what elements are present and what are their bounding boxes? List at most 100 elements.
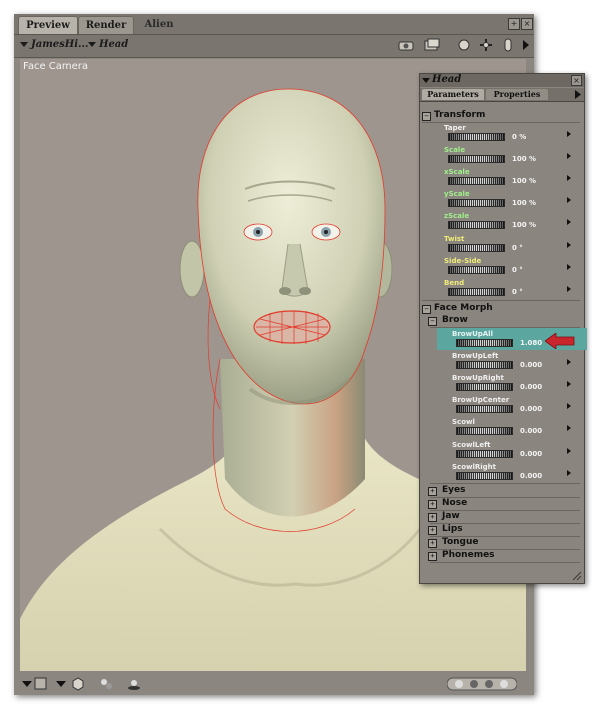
param-value[interactable]: 0 ° (512, 244, 523, 252)
tab-parameters[interactable]: Parameters (422, 89, 484, 100)
chevron-down-icon[interactable] (54, 677, 68, 691)
param-value[interactable]: 0.000 (520, 450, 542, 458)
tracking-mode-control[interactable] (447, 677, 517, 691)
param-dial[interactable] (456, 450, 513, 458)
param-name: BrowUpLeft (452, 352, 499, 360)
divider (422, 122, 580, 123)
param-value[interactable]: 0.000 (520, 405, 542, 413)
param-value[interactable]: 0.000 (520, 427, 542, 435)
param-dial[interactable] (448, 177, 505, 185)
palette-title-bar[interactable]: Head × (420, 74, 584, 87)
param-menu-icon[interactable] (567, 403, 571, 409)
group-transform[interactable]: Transform (434, 110, 485, 120)
tab-preview[interactable]: Preview (18, 16, 78, 34)
param-dial[interactable] (456, 405, 513, 413)
move-icon[interactable] (478, 38, 494, 52)
param-value[interactable]: 0.000 (520, 472, 542, 480)
maximize-icon[interactable]: + (508, 18, 520, 30)
group-jaw[interactable]: Jaw (442, 511, 460, 521)
param-name: Scowl (452, 418, 475, 426)
param-dial[interactable] (456, 383, 513, 391)
param-menu-icon[interactable] (567, 425, 571, 431)
param-dial[interactable] (448, 155, 505, 163)
param-menu-icon[interactable] (567, 175, 571, 181)
param-dial[interactable] (448, 266, 505, 274)
folder-icon[interactable] (424, 38, 440, 52)
tab-render[interactable]: Render (78, 16, 134, 34)
expand-icon[interactable]: + (428, 552, 437, 561)
expand-icon[interactable]: + (428, 500, 437, 509)
tab-properties[interactable]: Properties (486, 89, 548, 100)
param-dial[interactable] (456, 427, 513, 435)
param-name: BrowUpAll (452, 330, 493, 338)
chevron-down-icon (20, 42, 28, 47)
param-menu-icon[interactable] (567, 359, 571, 365)
param-name: Twist (444, 235, 465, 243)
group-phonemes[interactable]: Phonemes (442, 550, 495, 560)
camera-icon[interactable] (398, 38, 414, 52)
close-icon[interactable]: × (521, 18, 533, 30)
param-dial[interactable] (456, 361, 513, 369)
param-value[interactable]: 0.000 (520, 361, 542, 369)
expand-icon[interactable]: + (428, 513, 437, 522)
preview-style-icon[interactable] (98, 676, 114, 692)
param-value[interactable]: 0 % (512, 133, 526, 141)
part-selector[interactable]: Head (88, 39, 128, 50)
collapse-icon[interactable]: − (422, 112, 431, 121)
figure-icon[interactable] (500, 38, 516, 52)
param-name: Side-Side (444, 257, 482, 265)
group-nose[interactable]: Nose (442, 498, 467, 508)
figure-selector[interactable]: JamesHi... (20, 39, 88, 50)
ground-shadow-icon[interactable] (126, 676, 142, 692)
chevron-down-icon[interactable] (20, 677, 34, 691)
collapse-icon[interactable]: − (428, 317, 437, 326)
param-value[interactable]: 100 % (512, 221, 536, 229)
param-value[interactable]: 0 ° (512, 288, 523, 296)
param-dial[interactable] (448, 133, 505, 141)
param-menu-icon[interactable] (567, 286, 571, 292)
figure-selector-label: JamesHi... (31, 39, 89, 50)
param-menu-icon[interactable] (567, 131, 571, 137)
param-dial[interactable] (456, 472, 513, 480)
param-dial[interactable] (448, 244, 505, 252)
background-swatch-icon[interactable] (34, 677, 48, 691)
resize-grip-icon[interactable] (572, 571, 582, 581)
param-menu-icon[interactable] (567, 242, 571, 248)
tab-alien[interactable]: Alien (134, 16, 184, 33)
param-value[interactable]: 0.000 (520, 383, 542, 391)
param-dial[interactable] (448, 288, 505, 296)
collapse-icon[interactable]: − (422, 305, 431, 314)
param-menu-icon[interactable] (567, 197, 571, 203)
group-eyes[interactable]: Eyes (442, 485, 465, 495)
close-icon[interactable]: × (571, 75, 582, 86)
group-tongue[interactable]: Tongue (442, 537, 479, 547)
param-menu-icon[interactable] (567, 381, 571, 387)
param-value[interactable]: 1.080 (520, 339, 542, 347)
param-menu-icon[interactable] (567, 470, 571, 476)
param-dial[interactable] (456, 339, 513, 347)
group-face-morph[interactable]: Face Morph (434, 303, 493, 313)
palette-tabs: Parameters Properties (420, 88, 584, 102)
param-dial[interactable] (448, 221, 505, 229)
cube-icon[interactable] (70, 676, 86, 692)
expand-icon[interactable]: + (428, 539, 437, 548)
group-lips[interactable]: Lips (442, 524, 463, 534)
param-menu-icon[interactable] (567, 219, 571, 225)
param-menu-icon[interactable] (567, 153, 571, 159)
param-menu-icon[interactable] (567, 264, 571, 270)
param-value[interactable]: 0 ° (512, 266, 523, 274)
chevron-down-icon[interactable] (422, 77, 430, 84)
viewport-bottom-bar (14, 673, 534, 695)
param-menu-icon[interactable] (567, 448, 571, 454)
group-brow[interactable]: Brow (442, 315, 468, 325)
light-icon[interactable] (456, 38, 472, 52)
param-dial[interactable] (448, 199, 505, 207)
expand-icon[interactable]: + (428, 487, 437, 496)
menu-arrow-icon[interactable] (518, 38, 534, 52)
param-value[interactable]: 100 % (512, 199, 536, 207)
param-value[interactable]: 100 % (512, 177, 536, 185)
expand-icon[interactable]: + (428, 526, 437, 535)
menu-arrow-icon[interactable] (574, 90, 582, 99)
param-name: xScale (444, 168, 470, 176)
param-value[interactable]: 100 % (512, 155, 536, 163)
